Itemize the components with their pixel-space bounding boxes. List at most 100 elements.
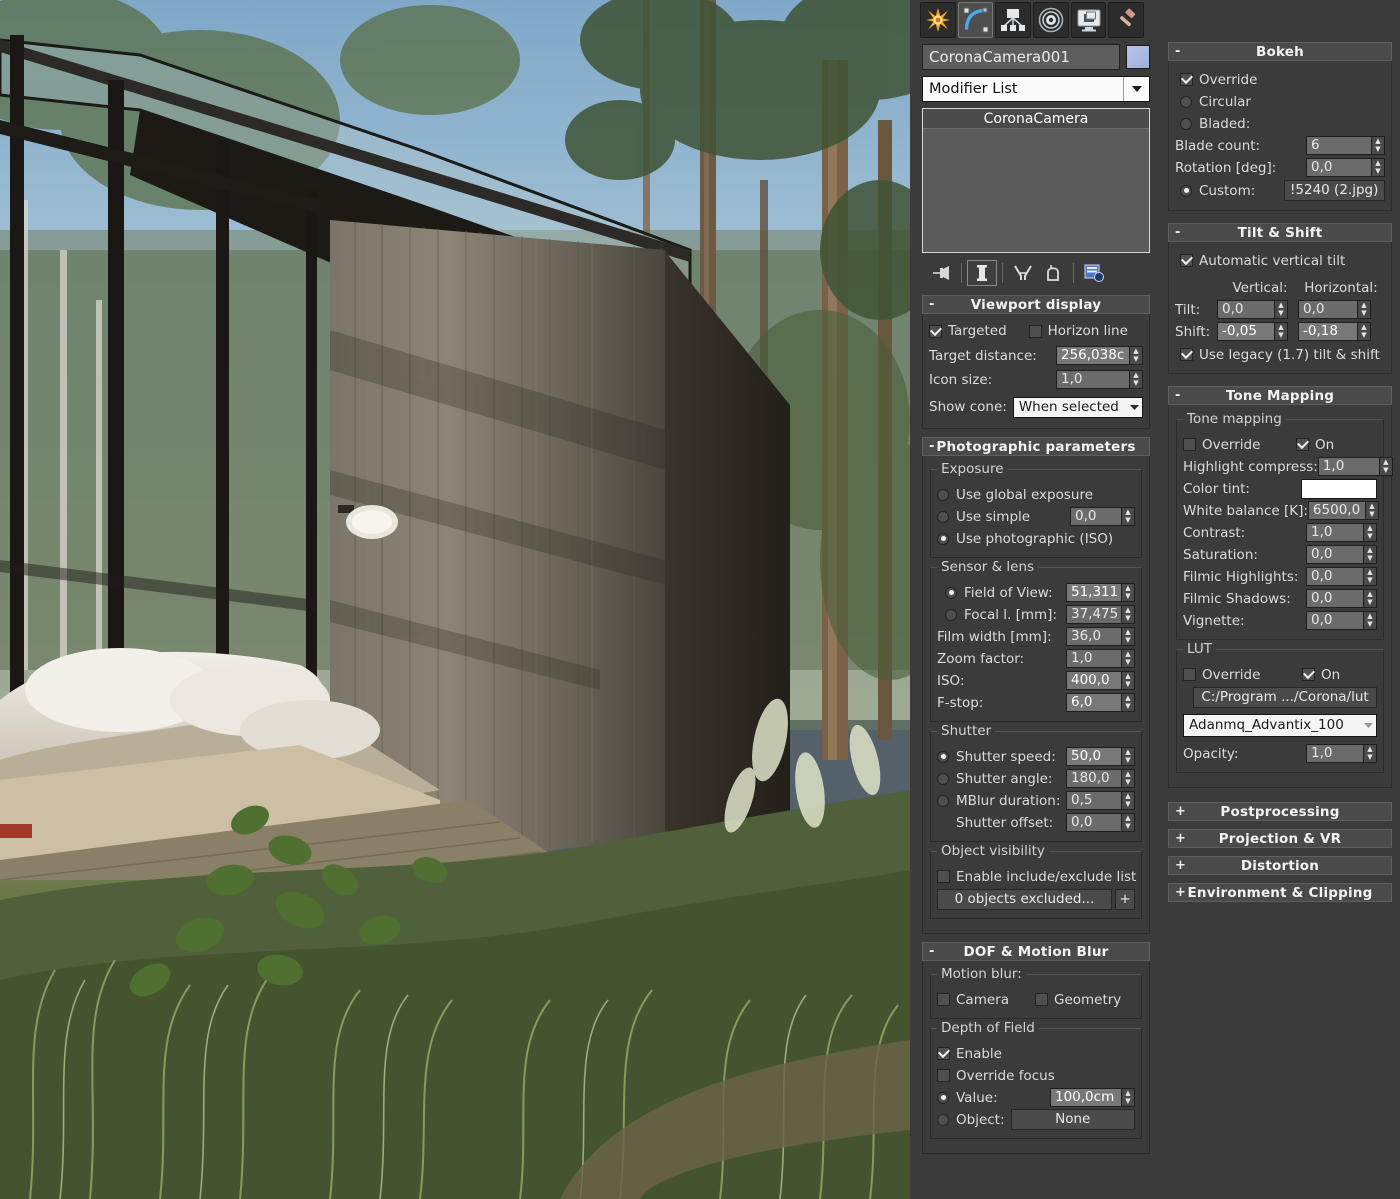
configure-modifier-sets-icon[interactable] xyxy=(1079,260,1109,286)
shift-horizontal-value[interactable]: -0,18 xyxy=(1298,322,1358,341)
tilt-vertical-value[interactable]: 0,0 xyxy=(1217,300,1275,319)
horizon-line-checkbox[interactable] xyxy=(1028,324,1042,338)
spinner-arrows[interactable] xyxy=(1122,583,1135,602)
motion-blur-camera-checkbox[interactable] xyxy=(937,993,950,1006)
saturation-value[interactable]: 0,0 xyxy=(1306,545,1364,564)
bokeh-override-checkbox[interactable] xyxy=(1180,73,1193,86)
shutter-angle-spinner[interactable]: 180,0 xyxy=(1066,769,1135,788)
highlight-compress-spinner[interactable]: 1,0 xyxy=(1317,457,1393,476)
tone-override-checkbox[interactable] xyxy=(1183,438,1196,451)
motion-blur-geometry-checkbox[interactable] xyxy=(1034,993,1048,1006)
rollout-header-tone-mapping[interactable]: - Tone Mapping xyxy=(1168,386,1392,405)
display-tab[interactable] xyxy=(1070,2,1107,38)
rollout-header-distortion[interactable]: + Distortion xyxy=(1168,856,1392,875)
filmic-highlights-value[interactable]: 0,0 xyxy=(1306,567,1364,586)
tone-on-checkbox[interactable] xyxy=(1296,438,1309,451)
shutter-speed-spinner[interactable]: 50,0 xyxy=(1066,747,1135,766)
spinner-arrows[interactable] xyxy=(1364,744,1377,763)
dof-value-spinner[interactable]: 100,0cm xyxy=(1050,1088,1135,1107)
dof-value-value[interactable]: 100,0cm xyxy=(1050,1088,1122,1107)
mblur-duration-value[interactable]: 0,5 xyxy=(1066,791,1122,810)
spinner-arrows[interactable] xyxy=(1358,300,1371,319)
field-of-view-value[interactable]: 51,311 xyxy=(1066,583,1122,602)
spinner-arrows[interactable] xyxy=(1122,693,1135,712)
bokeh-bladed-radio[interactable] xyxy=(1180,117,1192,130)
use-photographic-radio[interactable] xyxy=(937,532,949,545)
remove-modifier-icon[interactable] xyxy=(1038,260,1068,286)
add-exclusion-button[interactable]: + xyxy=(1115,889,1135,910)
zoom-factor-value[interactable]: 1,0 xyxy=(1066,649,1122,668)
auto-vertical-tilt-checkbox[interactable] xyxy=(1180,254,1193,267)
white-balance-value[interactable]: 6500,0 xyxy=(1307,501,1366,520)
tilt-horizontal-spinner[interactable]: 0,0 xyxy=(1298,300,1371,319)
spinner-arrows[interactable] xyxy=(1122,791,1135,810)
target-distance-value[interactable]: 256,038c xyxy=(1056,346,1130,365)
rollout-header-photographic[interactable]: - Photographic parameters xyxy=(922,437,1150,456)
rollout-header-environment-clipping[interactable]: + Environment & Clipping xyxy=(1168,883,1392,902)
shutter-offset-spinner[interactable]: 0,0 xyxy=(1066,813,1135,832)
spinner-arrows[interactable] xyxy=(1372,158,1385,177)
vignette-spinner[interactable]: 0,0 xyxy=(1306,611,1377,630)
spinner-arrows[interactable] xyxy=(1122,507,1135,526)
bokeh-custom-radio[interactable] xyxy=(1180,184,1192,197)
focal-length-value[interactable]: 37,475 xyxy=(1066,605,1122,624)
use-simple-radio[interactable] xyxy=(937,510,949,523)
spinner-arrows[interactable] xyxy=(1358,322,1371,341)
spinner-arrows[interactable] xyxy=(1122,627,1135,646)
lut-file-dropdown[interactable]: Adanmq_Advantix_100 xyxy=(1183,714,1377,737)
pin-stack-icon[interactable] xyxy=(926,260,956,286)
lut-override-checkbox[interactable] xyxy=(1183,668,1196,681)
white-balance-spinner[interactable]: 6500,0 xyxy=(1307,501,1379,520)
field-of-view-row[interactable]: Field of View: 51,311 xyxy=(937,582,1135,603)
shutter-angle-value[interactable]: 180,0 xyxy=(1066,769,1122,788)
auto-vertical-tilt-row[interactable]: Automatic vertical tilt xyxy=(1175,250,1385,271)
lut-opacity-spinner[interactable]: 1,0 xyxy=(1306,744,1377,763)
field-of-view-spinner[interactable]: 51,311 xyxy=(1066,583,1135,602)
target-distance-spinner[interactable]: 256,038c xyxy=(1056,346,1143,365)
shutter-angle-radio[interactable] xyxy=(937,772,949,785)
film-width-value[interactable]: 36,0 xyxy=(1066,627,1122,646)
modifier-stack-list[interactable]: CoronaCamera xyxy=(922,108,1150,253)
shift-horizontal-spinner[interactable]: -0,18 xyxy=(1298,322,1371,341)
rollout-header-bokeh[interactable]: - Bokeh xyxy=(1168,42,1392,61)
legacy-tilt-shift-row[interactable]: Use legacy (1.7) tilt & shift xyxy=(1175,344,1385,365)
spinner-arrows[interactable] xyxy=(1364,567,1377,586)
bokeh-circular-radio[interactable] xyxy=(1180,95,1192,108)
use-simple-value[interactable]: 0,0 xyxy=(1070,507,1122,526)
focal-length-spinner[interactable]: 37,475 xyxy=(1066,605,1135,624)
show-cone-dropdown[interactable]: When selected xyxy=(1012,396,1143,418)
highlight-compress-value[interactable]: 1,0 xyxy=(1317,457,1380,476)
dof-enable-checkbox[interactable] xyxy=(937,1047,950,1060)
spinner-arrows[interactable] xyxy=(1379,457,1393,476)
spinner-arrows[interactable] xyxy=(1364,589,1377,608)
f-stop-value[interactable]: 6,0 xyxy=(1066,693,1122,712)
rollout-header-dof[interactable]: - DOF & Motion Blur xyxy=(922,942,1150,961)
object-name-input[interactable]: CoronaCamera001 xyxy=(922,44,1120,70)
dof-value-row[interactable]: Value: 100,0cm xyxy=(937,1087,1135,1108)
spinner-arrows[interactable] xyxy=(1122,649,1135,668)
tilt-vertical-spinner[interactable]: 0,0 xyxy=(1217,300,1288,319)
shutter-speed-radio[interactable] xyxy=(937,750,949,763)
shutter-speed-row[interactable]: Shutter speed: 50,0 xyxy=(937,746,1135,767)
shutter-offset-value[interactable]: 0,0 xyxy=(1066,813,1122,832)
saturation-spinner[interactable]: 0,0 xyxy=(1306,545,1377,564)
bokeh-custom-row[interactable]: Custom: !5240 (2.jpg) xyxy=(1175,179,1385,202)
dof-override-focus-checkbox[interactable] xyxy=(937,1069,950,1082)
filmic-shadows-spinner[interactable]: 0,0 xyxy=(1306,589,1377,608)
film-width-spinner[interactable]: 36,0 xyxy=(1066,627,1135,646)
blade-count-spinner[interactable]: 6 xyxy=(1306,136,1385,155)
use-global-exposure-radio[interactable] xyxy=(937,488,949,501)
enable-include-exclude-checkbox[interactable] xyxy=(937,870,950,883)
shift-vertical-spinner[interactable]: -0,05 xyxy=(1217,322,1288,341)
bokeh-bladed-row[interactable]: Bladed: xyxy=(1175,113,1385,134)
spinner-arrows[interactable] xyxy=(1364,611,1377,630)
dof-value-radio[interactable] xyxy=(937,1091,949,1104)
bokeh-rotation-spinner[interactable]: 0,0 xyxy=(1306,158,1385,177)
color-tint-swatch[interactable] xyxy=(1301,478,1377,499)
focal-length-row[interactable]: Focal l. [mm]: 37,475 xyxy=(937,604,1135,625)
use-simple-row[interactable]: Use simple 0,0 xyxy=(937,506,1135,527)
spinner-arrows[interactable] xyxy=(1275,322,1288,341)
spinner-arrows[interactable] xyxy=(1122,769,1135,788)
spinner-arrows[interactable] xyxy=(1275,300,1288,319)
object-color-swatch[interactable] xyxy=(1126,45,1150,69)
